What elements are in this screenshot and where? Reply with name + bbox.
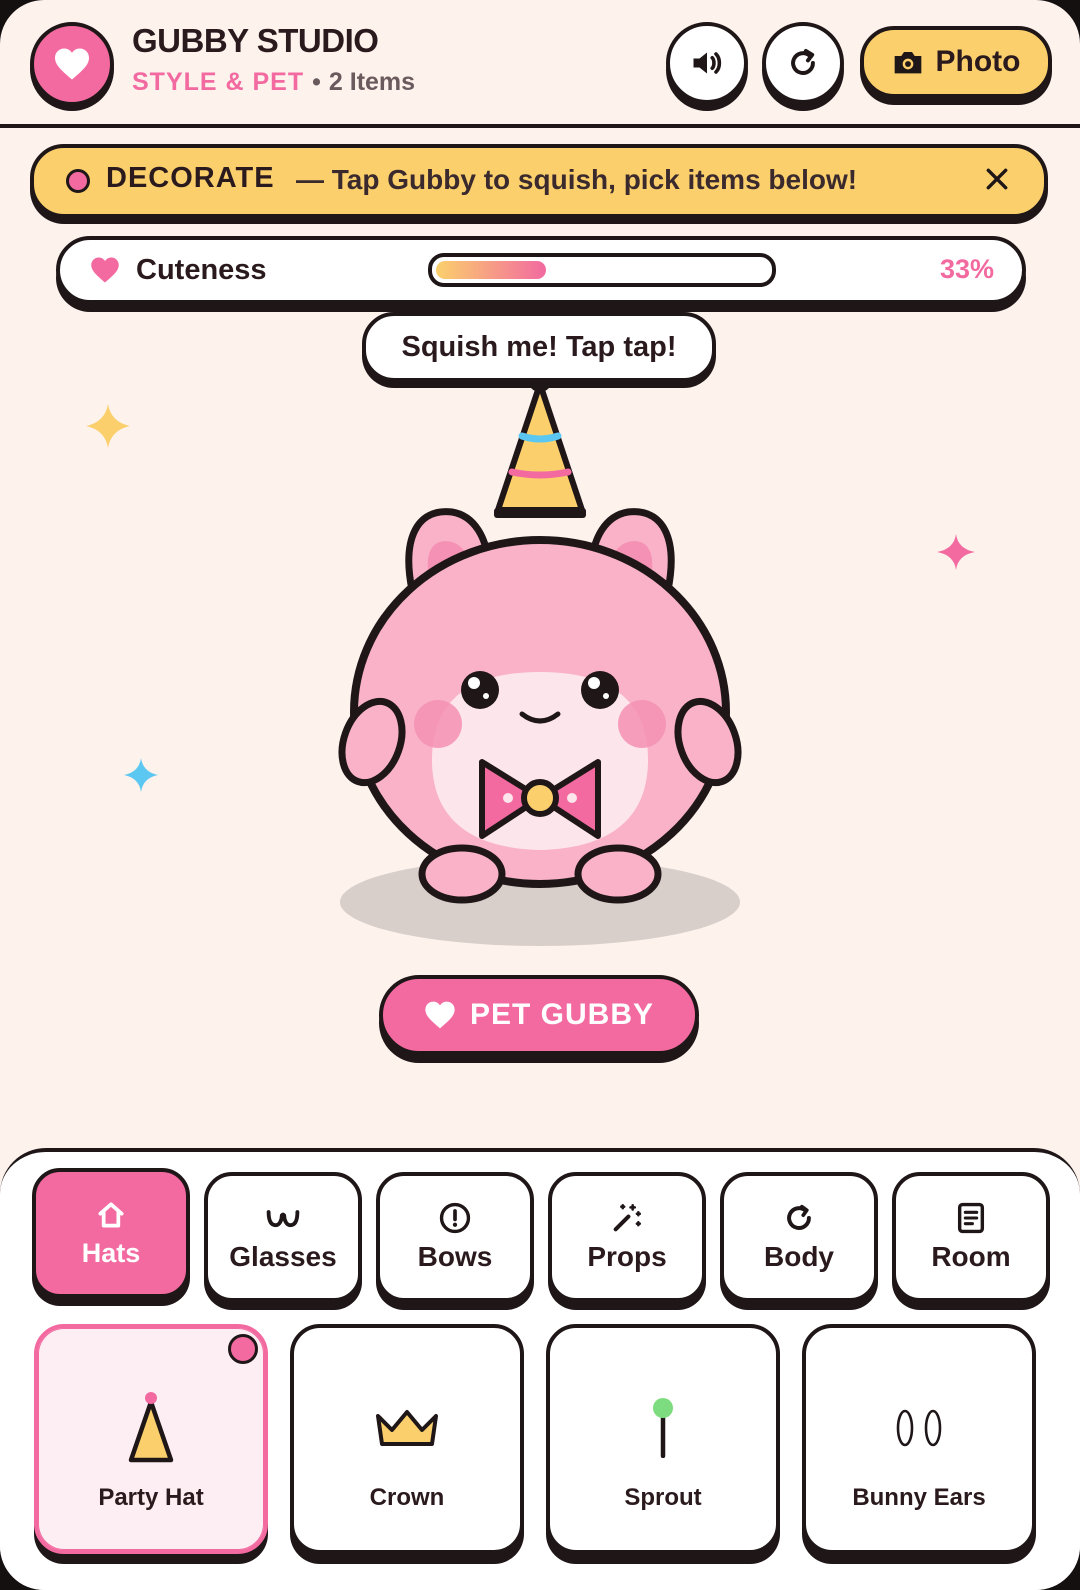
item-bunny-ears[interactable]: Bunny Ears xyxy=(802,1324,1036,1554)
item-label: Crown xyxy=(369,1484,445,1511)
pet-button-label: PET GUBBY xyxy=(469,998,655,1031)
sparkle-icon xyxy=(124,758,158,792)
tab-body[interactable]: Body xyxy=(720,1172,878,1302)
party-hat-icon xyxy=(128,1392,174,1463)
item-label: Party Hat xyxy=(98,1484,204,1511)
pet-stage xyxy=(86,368,975,946)
tab-hats[interactable]: Hats xyxy=(32,1168,190,1298)
sparkle-icon xyxy=(86,404,130,448)
item-party-hat[interactable]: Party Hat xyxy=(34,1324,268,1554)
tab-label: Glasses xyxy=(229,1241,337,1272)
alert-circle-icon xyxy=(439,1202,471,1234)
item-crown[interactable]: Crown xyxy=(290,1324,524,1554)
tab-label: Hats xyxy=(81,1237,141,1268)
tab-glasses[interactable]: Glasses xyxy=(204,1172,362,1302)
refresh-icon xyxy=(787,1204,811,1230)
gubby-character[interactable] xyxy=(331,508,748,904)
app-window: GUBBY STUDIO STYLE & PET • 2 Items Photo D… xyxy=(0,0,1080,1590)
item-label: Sprout xyxy=(624,1484,702,1511)
tab-label: Props xyxy=(587,1241,667,1272)
pet-gubby-button[interactable]: PET GUBBY xyxy=(379,975,699,1055)
sparkle-icon xyxy=(937,534,975,570)
tab-room[interactable]: Room xyxy=(892,1172,1050,1302)
magic-wand-icon xyxy=(613,1203,642,1232)
tab-bows[interactable]: Bows xyxy=(376,1172,534,1302)
tab-label: Body xyxy=(764,1241,834,1272)
home-icon xyxy=(98,1201,124,1228)
document-icon xyxy=(957,1202,985,1234)
tab-label: Room xyxy=(931,1241,1011,1272)
bunny-ears-icon xyxy=(896,1409,942,1447)
glasses-icon xyxy=(266,1210,300,1228)
item-sprout[interactable]: Sprout xyxy=(546,1324,780,1554)
sprout-icon xyxy=(653,1398,673,1458)
item-label: Bunny Ears xyxy=(852,1484,986,1511)
tab-label: Bows xyxy=(417,1241,493,1272)
tab-props[interactable]: Props xyxy=(548,1172,706,1302)
heart-icon xyxy=(425,1001,455,1029)
selected-indicator xyxy=(228,1334,258,1364)
crown-icon xyxy=(376,1410,438,1446)
speech-bubble: Squish me! Tap tap! xyxy=(362,312,716,382)
worn-party-hat xyxy=(494,368,586,518)
